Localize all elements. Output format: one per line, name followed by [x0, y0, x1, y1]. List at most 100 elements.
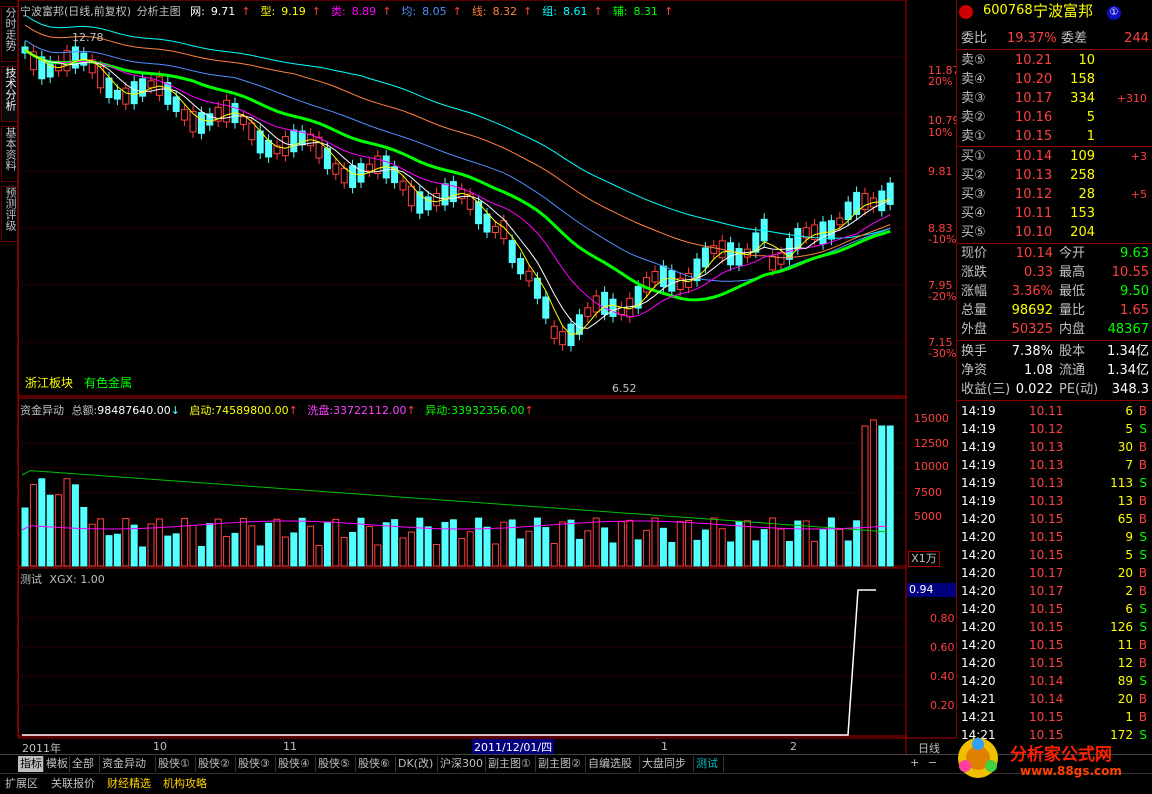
bottom-tab[interactable]: 股侠⑤ [316, 756, 356, 772]
volume-bar [668, 541, 676, 567]
tick-direction: B [1138, 566, 1147, 580]
candle-body [777, 252, 785, 265]
chart-canvas[interactable] [0, 0, 956, 754]
pct-tick: -20% [928, 290, 957, 303]
bid-row[interactable]: 买④ 10.11 153 [957, 205, 1152, 223]
refresh-icon[interactable] [959, 5, 973, 19]
tick-volume: 30 [1117, 440, 1133, 454]
volume-bar [819, 528, 827, 567]
bottom-tab[interactable]: 自编选股 [586, 756, 640, 772]
bottom-tab[interactable]: 指标 [18, 756, 44, 772]
bottom-tab[interactable]: 股侠④ [276, 756, 316, 772]
status-tab[interactable]: 机构攻略 [160, 775, 210, 792]
volume-bar [617, 521, 625, 567]
ask-row[interactable]: 卖① 10.15 1 [957, 128, 1152, 146]
stat-label: 最低 [1059, 284, 1086, 299]
bottom-tab[interactable]: 股侠① [156, 756, 196, 772]
status-tab[interactable]: 财经精选 [104, 775, 154, 792]
candle-body [433, 192, 441, 207]
status-tab[interactable]: 扩展区 [2, 775, 41, 792]
book-label: 买① [961, 149, 986, 164]
tick-row: 14:20 10.17 20 B [957, 564, 1152, 582]
volume-bar [752, 540, 760, 567]
bid-row[interactable]: 买② 10.13 258 [957, 167, 1152, 185]
bid-row[interactable]: 买③ 10.12 28 +5 [957, 186, 1152, 204]
volume-bar [248, 525, 256, 567]
stat-value: 10.55 [1111, 265, 1149, 280]
book-label: 买② [961, 168, 986, 183]
arrow-icon: ↑ [241, 5, 251, 18]
tick-volume: 20 [1117, 566, 1133, 580]
bid-row[interactable]: 买⑤ 10.10 204 [957, 224, 1152, 242]
candle-body [735, 248, 743, 266]
bid-row[interactable]: 买① 10.14 109 +3 [957, 148, 1152, 166]
bottom-tab[interactable]: 资金异动 [100, 756, 156, 772]
tick-row: 14:20 10.15 12 B [957, 654, 1152, 672]
volume-bar [273, 518, 281, 567]
tick-volume: 20 [1117, 692, 1133, 706]
volume-tick: 7500 [914, 486, 942, 499]
bottom-tab[interactable]: 副主图① [486, 756, 536, 772]
bottom-tab[interactable]: 副主图② [536, 756, 586, 772]
candle-body [172, 96, 180, 112]
tick-volume: 7 [1125, 458, 1133, 472]
volume-bar [827, 517, 835, 567]
tick-direction: S [1139, 476, 1147, 490]
book-volume: 10 [1078, 53, 1095, 68]
arrow-icon: ↑ [593, 5, 603, 18]
tick-direction: B [1138, 710, 1147, 724]
fund-value: 1.08 [1024, 363, 1053, 378]
volume-bar [634, 539, 642, 567]
volume-bar [63, 478, 71, 567]
x-label-nov: 11 [283, 740, 297, 753]
tick-price: 10.15 [1029, 530, 1064, 544]
bottom-tab[interactable]: 沪深300 [438, 756, 486, 772]
ask-row[interactable]: 卖② 10.16 5 [957, 109, 1152, 127]
test-panel-header: 测试 XGX: 1.00 [20, 571, 105, 587]
info-circle-icon[interactable]: ① [1107, 6, 1121, 20]
bottom-tab[interactable]: DK(改) [396, 756, 438, 772]
bottom-tab[interactable]: 全部 [70, 756, 100, 772]
grid-layer [17, 0, 956, 754]
candle-body [407, 185, 415, 207]
bottom-tab[interactable]: 模板 [44, 756, 70, 772]
indicator-0: 网: 9.71 ↑ [190, 5, 256, 18]
volume-bar [785, 540, 793, 567]
order-ratio-value: 19.37% [1007, 31, 1057, 46]
candle-body [281, 136, 289, 157]
candle-body [659, 265, 667, 288]
scroll-left-icon[interactable]: + [910, 756, 919, 769]
bottom-tab[interactable]: 股侠② [196, 756, 236, 772]
book-volume: 153 [1070, 206, 1095, 221]
indicator-label: 组: [542, 5, 557, 18]
watermark-logo-icon [956, 736, 1000, 780]
bottom-tab[interactable]: 股侠⑥ [356, 756, 396, 772]
status-tab[interactable]: 关联报价 [48, 775, 98, 792]
test-tick: 0.40 [930, 670, 955, 683]
tick-row: 14:21 10.15 1 B [957, 708, 1152, 726]
tick-row: 14:19 10.12 5 S [957, 420, 1152, 438]
tick-price: 10.17 [1029, 566, 1064, 580]
tick-price: 10.15 [1029, 620, 1064, 634]
book-change: +310 [1116, 92, 1147, 105]
ask-row[interactable]: 卖④ 10.20 158 [957, 71, 1152, 89]
volume-bar [542, 527, 550, 567]
volume-bar [483, 526, 491, 567]
ask-row[interactable]: 卖③ 10.17 334 +310 [957, 90, 1152, 108]
ask-row[interactable]: 卖⑤ 10.21 10 [957, 52, 1152, 70]
ma-line-white [24, 49, 891, 329]
volume-bar [88, 523, 96, 567]
candle-body [584, 307, 592, 317]
scroll-minus-icon[interactable]: − [928, 756, 937, 769]
total-label: 总额: [71, 404, 98, 417]
candle-body [525, 270, 533, 282]
price-tick: 9.81 [928, 165, 953, 178]
bottom-tab[interactable]: 大盘同步 [640, 756, 694, 772]
bottom-tab[interactable]: 股侠③ [236, 756, 276, 772]
volume-bar [382, 522, 390, 567]
volume-bar [21, 507, 29, 567]
book-label: 卖⑤ [961, 53, 986, 68]
stat-row: 现价 10.14 今开 9.63 [957, 245, 1152, 263]
bottom-tab[interactable]: 测试 [694, 756, 724, 772]
tick-row: 14:20 10.15 9 S [957, 528, 1152, 546]
